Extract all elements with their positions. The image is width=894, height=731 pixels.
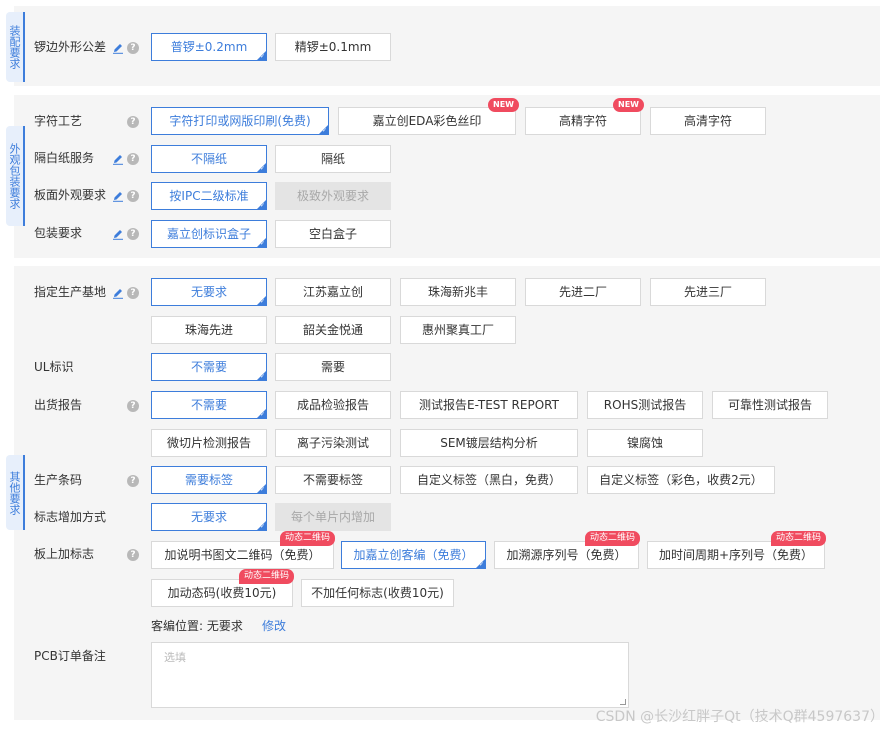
dynamic-qr-badge: 动态二维码: [279, 531, 335, 546]
option-report-sem[interactable]: SEM镀层结构分析: [400, 429, 578, 457]
option-mark-trace-serial[interactable]: 加溯源序列号（免费） 动态二维码: [494, 531, 640, 569]
check-icon: ✓: [478, 561, 484, 568]
help-icon[interactable]: ?: [127, 42, 139, 54]
check-icon: ✓: [259, 411, 265, 418]
check-icon: ✓: [259, 240, 265, 247]
label-board-mark: 板上加标志: [34, 547, 95, 561]
option-factory-jiangsu[interactable]: 江苏嘉立创: [275, 278, 391, 306]
label-report: 出货报告: [34, 398, 83, 412]
option-report-ion[interactable]: 离子污染测试: [275, 429, 391, 457]
customer-code-position: 客编位置: 无要求: [151, 619, 243, 633]
option-blank-box[interactable]: 空白盒子: [275, 220, 391, 248]
resize-handle[interactable]: [620, 699, 626, 705]
option-ul-no[interactable]: 不需要 ✓: [151, 353, 267, 381]
check-icon: ✓: [259, 53, 265, 60]
label-mark-method: 标志增加方式: [34, 510, 107, 524]
option-jlc-box[interactable]: 嘉立创标识盒子 ✓: [151, 220, 267, 248]
section-tab-assembly: 装配要求: [6, 12, 25, 82]
option-factory-huizhou[interactable]: 惠州聚真工厂: [400, 316, 516, 344]
check-icon: ✓: [321, 127, 327, 134]
option-report-microsection[interactable]: 微切片检测报告: [151, 429, 267, 457]
label-pcb-note: PCB订单备注: [34, 649, 106, 663]
option-report-inspection[interactable]: 成品检验报告: [275, 391, 391, 419]
label-char-process: 字符工艺: [34, 114, 83, 128]
label-barcode: 生产条码: [34, 473, 83, 487]
option-ipc-class2[interactable]: 按IPC二级标准 ✓: [151, 182, 267, 210]
help-icon[interactable]: ?: [127, 549, 139, 561]
option-extreme-appearance: 极致外观要求: [275, 182, 391, 210]
dynamic-qr-badge: 动态二维码: [238, 569, 294, 584]
option-factory-advanced3[interactable]: 先进三厂: [650, 278, 766, 306]
modify-link[interactable]: 修改: [262, 617, 286, 634]
option-factory-zhuhai-adv[interactable]: 珠海先进: [151, 316, 267, 344]
option-char-eda-color[interactable]: 嘉立创EDA彩色丝印 NEW: [338, 98, 519, 135]
option-barcode-custom-bw[interactable]: 自定义标签（黑白，免费）: [400, 466, 578, 494]
option-char-hd[interactable]: 高清字符: [650, 107, 766, 135]
check-icon: ✓: [259, 165, 265, 172]
option-factory-shaoguan[interactable]: 韶关金悦通: [275, 316, 391, 344]
section-tab-other: 其他要求: [6, 455, 25, 530]
dynamic-qr-badge: 动态二维码: [770, 531, 826, 546]
section-tab-appearance: 外观包装要求: [6, 126, 25, 226]
watermark: CSDN @长沙红胖子Qt（技术Q群4597637）: [595, 709, 884, 725]
option-mark-each-piece: 每个单片内增加: [275, 503, 391, 531]
label-packaging: 包装要求: [34, 226, 83, 240]
option-ul-yes[interactable]: 需要: [275, 353, 391, 381]
option-mark-jlc-code[interactable]: 加嘉立创客编（免费） ✓: [341, 541, 486, 569]
check-icon: ✓: [259, 373, 265, 380]
help-icon[interactable]: ?: [127, 287, 139, 299]
option-edge-precise[interactable]: 精锣±0.1mm: [275, 33, 391, 61]
pencil-icon[interactable]: [112, 190, 124, 202]
label-board-appearance: 板面外观要求: [34, 188, 107, 202]
pencil-icon[interactable]: [112, 153, 124, 165]
option-report-rohs[interactable]: ROHS测试报告: [587, 391, 703, 419]
option-report-nickel[interactable]: 镍腐蚀: [587, 429, 703, 457]
option-barcode-need[interactable]: 需要标签 ✓: [151, 466, 267, 494]
pencil-icon[interactable]: [112, 287, 124, 299]
option-char-high-precision[interactable]: 高精字符 NEW: [525, 98, 644, 135]
option-factory-none[interactable]: 无要求 ✓: [151, 278, 267, 306]
new-badge: NEW: [613, 98, 644, 112]
help-icon[interactable]: ?: [127, 228, 139, 240]
pcb-note-textarea[interactable]: [152, 643, 628, 707]
option-char-print[interactable]: 字符打印或网版印刷(免费) ✓: [151, 107, 329, 135]
label-separator: 隔白纸服务: [34, 151, 95, 165]
pencil-icon[interactable]: [112, 42, 124, 54]
help-icon[interactable]: ?: [127, 190, 139, 202]
check-icon: ✓: [259, 202, 265, 209]
option-mark-manual-qr[interactable]: 加说明书图文二维码（免费） 动态二维码: [151, 531, 335, 569]
option-mark-dynamic-code[interactable]: 加动态码(收费10元) 动态二维码: [151, 569, 294, 607]
section-assembly: [14, 6, 880, 86]
help-icon[interactable]: ?: [127, 400, 139, 412]
option-report-none[interactable]: 不需要 ✓: [151, 391, 267, 419]
option-barcode-custom-color[interactable]: 自定义标签（彩色，收费2元）: [587, 466, 775, 494]
dynamic-qr-badge: 动态二维码: [584, 531, 640, 546]
help-icon[interactable]: ?: [127, 475, 139, 487]
help-icon[interactable]: ?: [127, 153, 139, 165]
option-report-etest[interactable]: 测试报告E-TEST REPORT: [400, 391, 578, 419]
check-icon: ✓: [259, 486, 265, 493]
option-barcode-none[interactable]: 不需要标签: [275, 466, 391, 494]
option-no-separator[interactable]: 不隔纸 ✓: [151, 145, 267, 173]
help-icon[interactable]: ?: [127, 116, 139, 128]
option-mark-none[interactable]: 无要求 ✓: [151, 503, 267, 531]
option-factory-advanced2[interactable]: 先进二厂: [525, 278, 641, 306]
new-badge: NEW: [488, 98, 519, 112]
label-factory: 指定生产基地: [34, 285, 107, 299]
option-separator[interactable]: 隔纸: [275, 145, 391, 173]
check-icon: ✓: [259, 523, 265, 530]
check-icon: ✓: [259, 298, 265, 305]
option-report-reliability[interactable]: 可靠性测试报告: [712, 391, 828, 419]
pencil-icon[interactable]: [112, 228, 124, 240]
option-mark-date-serial[interactable]: 加时间周期+序列号（免费） 动态二维码: [647, 531, 826, 569]
pcb-note-container: [151, 642, 629, 708]
option-edge-normal[interactable]: 普锣±0.2mm ✓: [151, 33, 267, 61]
label-ul: UL标识: [34, 360, 74, 374]
option-factory-zhuhai-xzf[interactable]: 珠海新兆丰: [400, 278, 516, 306]
label-edge-tolerance: 锣边外形公差: [34, 40, 107, 54]
option-mark-none-paid[interactable]: 不加任何标志(收费10元): [301, 579, 454, 607]
